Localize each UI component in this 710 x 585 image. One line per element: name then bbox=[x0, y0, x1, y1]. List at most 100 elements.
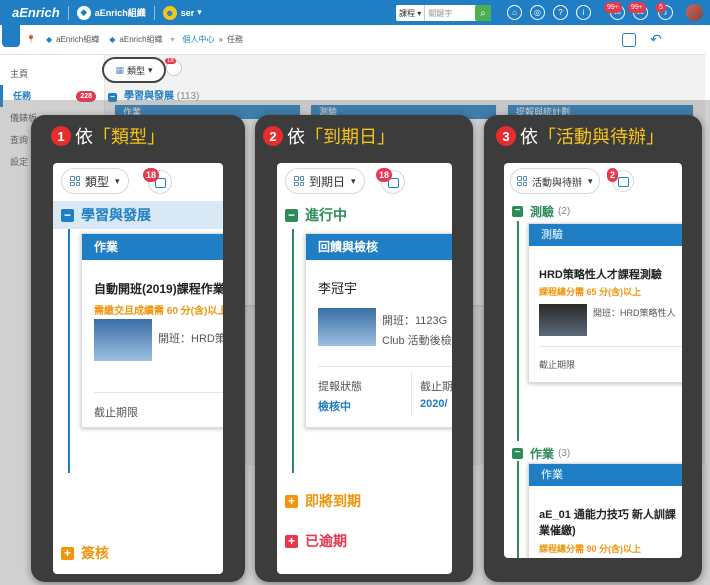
group-by-dropdown[interactable]: ▦ 類型 ▾ bbox=[102, 57, 166, 83]
expand-icon[interactable]: + bbox=[285, 494, 298, 508]
menu-button[interactable] bbox=[2, 25, 20, 47]
deadline-label: 截止期 bbox=[420, 381, 452, 393]
task-badge: 2 bbox=[607, 168, 619, 182]
breadcrumb-org[interactable]: aEnrich組織 bbox=[56, 34, 99, 45]
panel-content: 類型 ▾ 18 − 學習與發展 作業 自動開班(2019)課程作業 需繳交且成績需 … bbox=[53, 163, 223, 574]
help-icon[interactable]: ? bbox=[553, 5, 568, 20]
back-icon[interactable]: ↶ bbox=[650, 31, 662, 48]
card-title[interactable]: 自動開班(2019)課程作業 bbox=[94, 280, 223, 297]
grid-icon bbox=[70, 176, 80, 186]
user-name[interactable]: ser bbox=[181, 8, 195, 18]
person-name: 李冠宇 bbox=[318, 281, 358, 296]
group-by-dropdown[interactable]: 類型 ▾ bbox=[61, 168, 129, 194]
grid-icon bbox=[294, 176, 304, 186]
section-header[interactable]: + 即將到期 bbox=[277, 487, 452, 515]
collapse-icon[interactable]: − bbox=[512, 447, 523, 459]
card-title[interactable]: aE_01 通能力技巧 新人訓課 bbox=[539, 506, 676, 522]
org-icon: ◆ bbox=[109, 35, 116, 44]
user-avatar-icon: ☻ bbox=[162, 5, 177, 20]
home-icon[interactable]: ⌂ bbox=[507, 5, 522, 20]
card-title[interactable]: 業催繳) bbox=[539, 522, 576, 538]
task-check-button[interactable]: 18 bbox=[143, 168, 172, 194]
class-label: 開班：HRD策略 bbox=[158, 333, 223, 345]
section-header[interactable]: − 測驗 (2) bbox=[504, 197, 682, 225]
avatar[interactable] bbox=[686, 4, 703, 21]
panel-title: 1 依「類型」 bbox=[51, 123, 165, 149]
expand-icon[interactable]: + bbox=[61, 546, 74, 560]
grid-icon bbox=[517, 176, 527, 186]
task-check-button[interactable]: 2 bbox=[607, 168, 634, 192]
breadcrumb-org2[interactable]: aEnrich組織 bbox=[119, 34, 162, 45]
group-by-dropdown[interactable]: 到期日 ▾ bbox=[285, 168, 365, 194]
status-value: 檢核中 bbox=[318, 401, 351, 413]
task-badge: 18 bbox=[165, 58, 176, 64]
top-bar: aEnrich ◆ aEnrich組織 ☻ ser ▾ bbox=[0, 0, 710, 25]
task-card[interactable]: 回饋與檢核 李冠宇 開班：1123G Club 活動後檢核 提報狀態 檢核中 截… bbox=[305, 233, 452, 428]
timeline-line bbox=[517, 461, 519, 558]
class-label: Club 活動後檢核 bbox=[382, 335, 452, 347]
divider bbox=[67, 5, 69, 20]
collapse-icon[interactable]: − bbox=[512, 205, 523, 217]
info-icon[interactable]: i bbox=[576, 5, 591, 20]
divider bbox=[411, 372, 412, 416]
location-pin-icon: 📍 bbox=[26, 35, 36, 44]
section-header[interactable]: − 學習與發展 bbox=[53, 201, 223, 229]
message-badge: 99+ bbox=[628, 2, 646, 13]
sidebar-item-home[interactable]: 主頁 bbox=[0, 63, 104, 85]
class-label: 開班：1123G bbox=[382, 315, 448, 327]
chevron-down-icon[interactable]: ▾ bbox=[197, 7, 202, 18]
breadcrumb-center[interactable]: 個人中心 bbox=[183, 34, 215, 45]
task-badge: 18 bbox=[376, 168, 393, 182]
org-name[interactable]: aEnrich組織 bbox=[95, 6, 146, 19]
search-input[interactable]: 關鍵字 bbox=[425, 8, 452, 19]
settings-icon[interactable] bbox=[622, 33, 636, 47]
breadcrumb-page: 任務 bbox=[227, 35, 243, 44]
panel-type: 1 依「類型」 類型 ▾ 18 − 學習與發展 作業 自動開班(2019)課程作業 需… bbox=[31, 115, 245, 582]
expand-icon[interactable]: + bbox=[285, 534, 298, 548]
deadline-label: 截止期限 bbox=[539, 360, 576, 370]
card-subtitle: 課程總分需 90 分(含)以上 bbox=[539, 544, 642, 554]
course-thumbnail bbox=[94, 319, 152, 361]
panel-title: 3 依「活動與待辦」 bbox=[496, 123, 664, 149]
course-thumbnail bbox=[318, 308, 376, 346]
status-label: 提報狀態 bbox=[318, 381, 362, 393]
timeline-line bbox=[68, 229, 70, 473]
panel-due-date: 2 依「到期日」 到期日 ▾ 18 − 進行中 回饋與檢核 李冠宇 開班：1123G … bbox=[255, 115, 473, 582]
deadline-label: 截止期限 bbox=[94, 407, 138, 419]
panel-activity: 3 依「活動與待辦」 活動與待辦 ▾ 2 − 測驗 (2) 測驗 HRD策略性人才課程測… bbox=[484, 115, 702, 582]
course-thumbnail bbox=[539, 304, 587, 336]
task-check-button[interactable]: 18 bbox=[165, 58, 182, 76]
globe-icon[interactable]: ◎ bbox=[530, 5, 545, 20]
card-header: 作業 bbox=[82, 234, 223, 260]
step-number: 3 bbox=[496, 126, 516, 146]
card-title[interactable]: HRD策略性人才課程測驗 bbox=[539, 266, 662, 282]
search-button[interactable]: ⌕ bbox=[475, 5, 491, 21]
org-icon: ◆ bbox=[76, 5, 91, 20]
divider bbox=[539, 346, 682, 347]
divider bbox=[318, 366, 452, 367]
timeline-line bbox=[517, 221, 519, 441]
card-header: 回饋與檢核 bbox=[306, 234, 452, 260]
panel-content: 活動與待辦 ▾ 2 − 測驗 (2) 測驗 HRD策略性人才課程測驗 課程總分需 65… bbox=[504, 163, 682, 558]
section-header[interactable]: − 進行中 bbox=[277, 201, 452, 229]
chevron-down-icon[interactable]: ▾ bbox=[171, 35, 175, 44]
panel-title: 2 依「到期日」 bbox=[263, 123, 395, 149]
collapse-icon[interactable]: − bbox=[61, 208, 74, 222]
panel-content: 到期日 ▾ 18 − 進行中 回饋與檢核 李冠宇 開班：1123G Club 活動後… bbox=[277, 163, 452, 574]
chat-badge: 99+ bbox=[604, 2, 622, 13]
section-header[interactable]: + 已逾期 bbox=[277, 527, 452, 555]
section-header[interactable]: + 簽核 bbox=[53, 539, 223, 567]
app-logo[interactable]: aEnrich bbox=[12, 5, 60, 20]
task-card[interactable]: 測驗 HRD策略性人才課程測驗 課程總分需 65 分(含)以上 開班：HRD策略… bbox=[528, 223, 682, 383]
card-subtitle: 需繳交且成績需 60 分(含)以上 bbox=[94, 306, 223, 317]
collapse-icon[interactable]: − bbox=[285, 208, 298, 222]
task-check-button[interactable]: 18 bbox=[376, 168, 405, 194]
search-type-select[interactable]: 課程 ▾ bbox=[396, 5, 426, 21]
grid-icon: ▦ bbox=[115, 64, 124, 75]
card-header: 作業 bbox=[529, 464, 682, 486]
task-badge: 18 bbox=[143, 168, 160, 182]
task-card[interactable]: 作業 自動開班(2019)課程作業 需繳交且成績需 60 分(含)以上 開班：H… bbox=[81, 233, 223, 428]
card-subtitle: 課程總分需 65 分(含)以上 bbox=[539, 287, 642, 297]
group-by-dropdown[interactable]: 活動與待辦 ▾ bbox=[510, 168, 600, 194]
task-card[interactable]: 作業 aE_01 通能力技巧 新人訓課 業催繳) 課程總分需 90 分(含)以上 bbox=[528, 463, 682, 558]
